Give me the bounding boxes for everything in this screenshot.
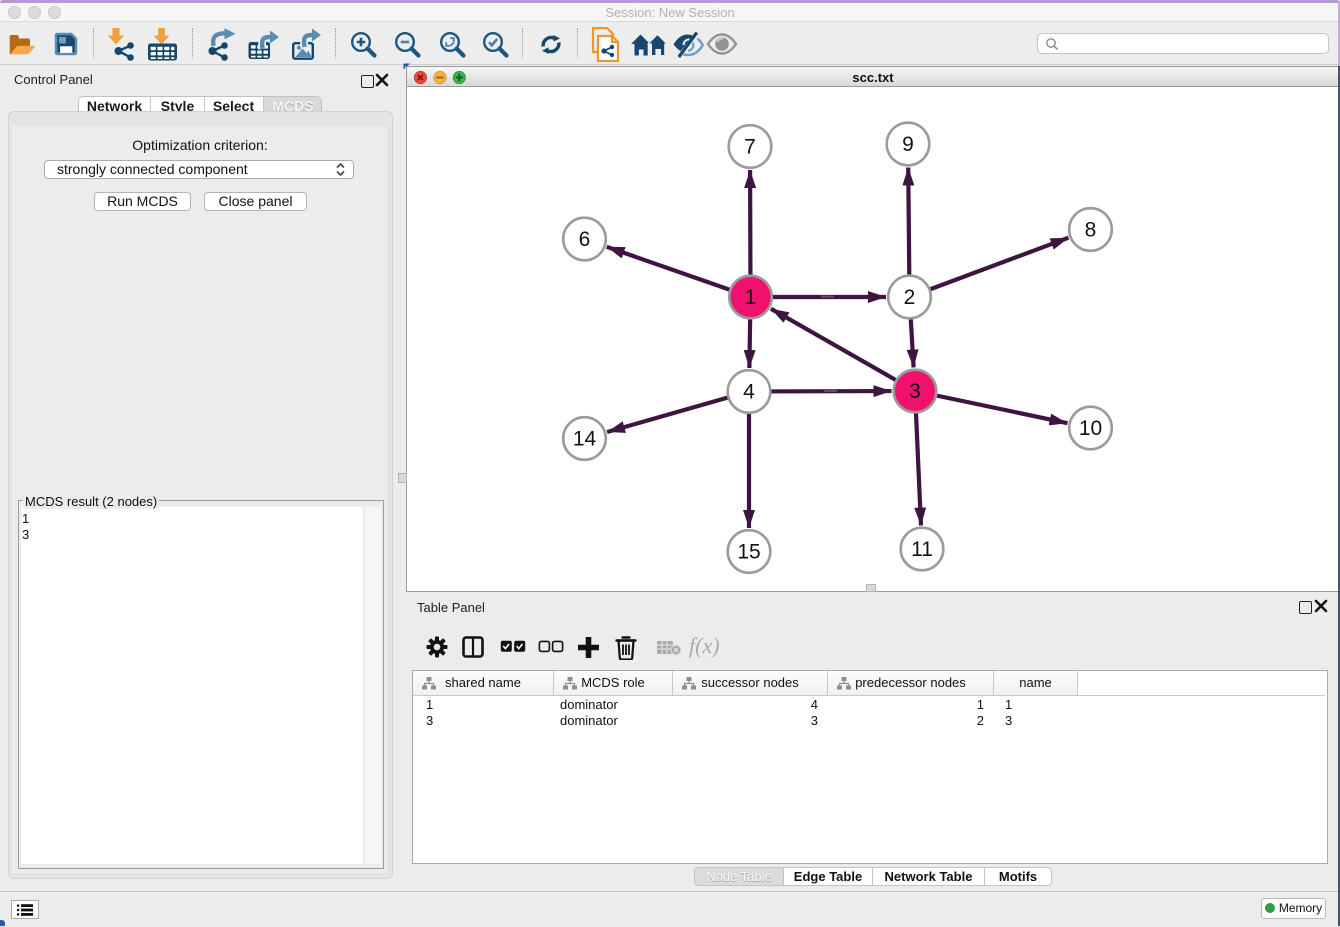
svg-text:6: 6: [579, 228, 591, 251]
svg-text:4: 4: [743, 381, 755, 404]
svg-text:9: 9: [902, 133, 914, 156]
svg-text:11: 11: [911, 538, 933, 561]
svg-text:15: 15: [737, 541, 760, 564]
svg-text:1: 1: [745, 286, 757, 309]
svg-text:7: 7: [744, 136, 756, 159]
svg-text:8: 8: [1085, 219, 1097, 242]
svg-text:14: 14: [573, 428, 597, 451]
svg-text:10: 10: [1079, 417, 1102, 440]
svg-text:3: 3: [909, 380, 921, 403]
svg-text:2: 2: [904, 286, 916, 309]
